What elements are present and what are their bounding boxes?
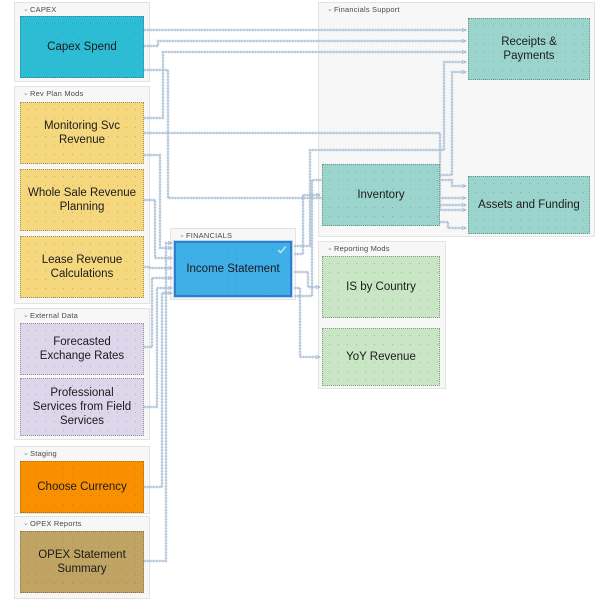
group-label-text: OPEX Reports <box>30 519 82 528</box>
check-icon[interactable] <box>277 245 287 255</box>
chevron-down-icon[interactable]: ⌄ <box>23 5 30 15</box>
group-label-reporting-mods: ⌄Reporting Mods <box>327 244 390 255</box>
node-income-statement[interactable]: Income Statement <box>174 241 292 297</box>
chevron-down-icon[interactable]: ⌄ <box>23 449 30 459</box>
edge-income-statement-to-is-by-country[interactable] <box>294 271 320 287</box>
node-assets-funding[interactable]: Assets and Funding <box>468 176 590 234</box>
edge-halo <box>294 270 320 289</box>
node-label: Receipts & Payments <box>501 36 557 62</box>
node-label: Lease Revenue Calculations <box>41 254 123 280</box>
node-label: Professional Services from Field Service… <box>32 387 132 427</box>
node-monitoring-svc[interactable]: Monitoring Svc Revenue <box>20 102 144 164</box>
node-yoy-revenue[interactable]: YoY Revenue <box>322 328 440 386</box>
edge-halo <box>294 286 320 359</box>
group-label-text: CAPEX <box>30 5 57 14</box>
node-label: Assets and Funding <box>478 199 580 211</box>
node-lease-revenue[interactable]: Lease Revenue Calculations <box>20 236 144 298</box>
edge-income-statement-to-inventory[interactable] <box>294 195 320 255</box>
group-label-financials-support: ⌄Financials Support <box>327 5 400 16</box>
node-opex-statement[interactable]: OPEX Statement Summary <box>20 531 144 593</box>
node-is-by-country[interactable]: IS by Country <box>322 256 440 318</box>
node-label: Monitoring Svc Revenue <box>43 120 121 146</box>
chevron-down-icon[interactable]: ⌄ <box>327 5 334 15</box>
edge-halo <box>294 193 320 256</box>
chevron-down-icon[interactable]: ⌄ <box>23 519 30 529</box>
chevron-down-icon[interactable]: ⌄ <box>179 231 186 241</box>
node-label: IS by Country <box>346 281 416 293</box>
group-label-text: FINANCIALS <box>186 231 233 240</box>
node-label: Capex Spend <box>47 41 117 53</box>
group-label-capex: ⌄CAPEX <box>23 5 56 16</box>
group-label-text: Rev Plan Mods <box>30 89 84 98</box>
chevron-down-icon[interactable]: ⌄ <box>23 311 30 321</box>
chevron-down-icon[interactable]: ⌄ <box>23 89 30 99</box>
chevron-down-icon[interactable]: ⌄ <box>327 244 334 254</box>
node-label: Forecasted Exchange Rates <box>39 336 125 362</box>
group-label-text: Staging <box>30 449 57 458</box>
group-label-rev-plan-mods: ⌄Rev Plan Mods <box>23 89 83 100</box>
node-label: OPEX Statement Summary <box>38 549 126 575</box>
group-label-staging: ⌄Staging <box>23 449 57 460</box>
group-label-text: External Data <box>30 311 79 320</box>
edge-income-statement-to-yoy-revenue[interactable] <box>294 287 320 357</box>
group-label-external-data: ⌄External Data <box>23 311 78 322</box>
node-label: Income Statement <box>186 263 280 275</box>
node-whole-sale-revenue[interactable]: Whole Sale Revenue Planning <box>20 169 144 231</box>
group-label-text: Financials Support <box>334 5 400 14</box>
node-capex-spend[interactable]: Capex Spend <box>20 16 144 78</box>
node-receipts-payments[interactable]: Receipts & Payments <box>468 18 590 80</box>
node-choose-currency[interactable]: Choose Currency <box>20 461 144 513</box>
node-label: Choose Currency <box>37 481 127 493</box>
node-inventory[interactable]: Inventory <box>322 164 440 226</box>
node-label: Whole Sale Revenue Planning <box>27 187 137 213</box>
diagram-canvas[interactable]: ⌄CAPEX ⌄Rev Plan Mods ⌄External Data ⌄Stagi… <box>0 0 595 599</box>
group-label-text: Reporting Mods <box>334 244 390 253</box>
group-label-opex-reports: ⌄OPEX Reports <box>23 519 82 530</box>
node-forecasted-fx[interactable]: Forecasted Exchange Rates <box>20 323 144 375</box>
node-professional-services[interactable]: Professional Services from Field Service… <box>20 378 144 436</box>
node-label: YoY Revenue <box>346 351 416 363</box>
node-label: Inventory <box>357 189 405 201</box>
